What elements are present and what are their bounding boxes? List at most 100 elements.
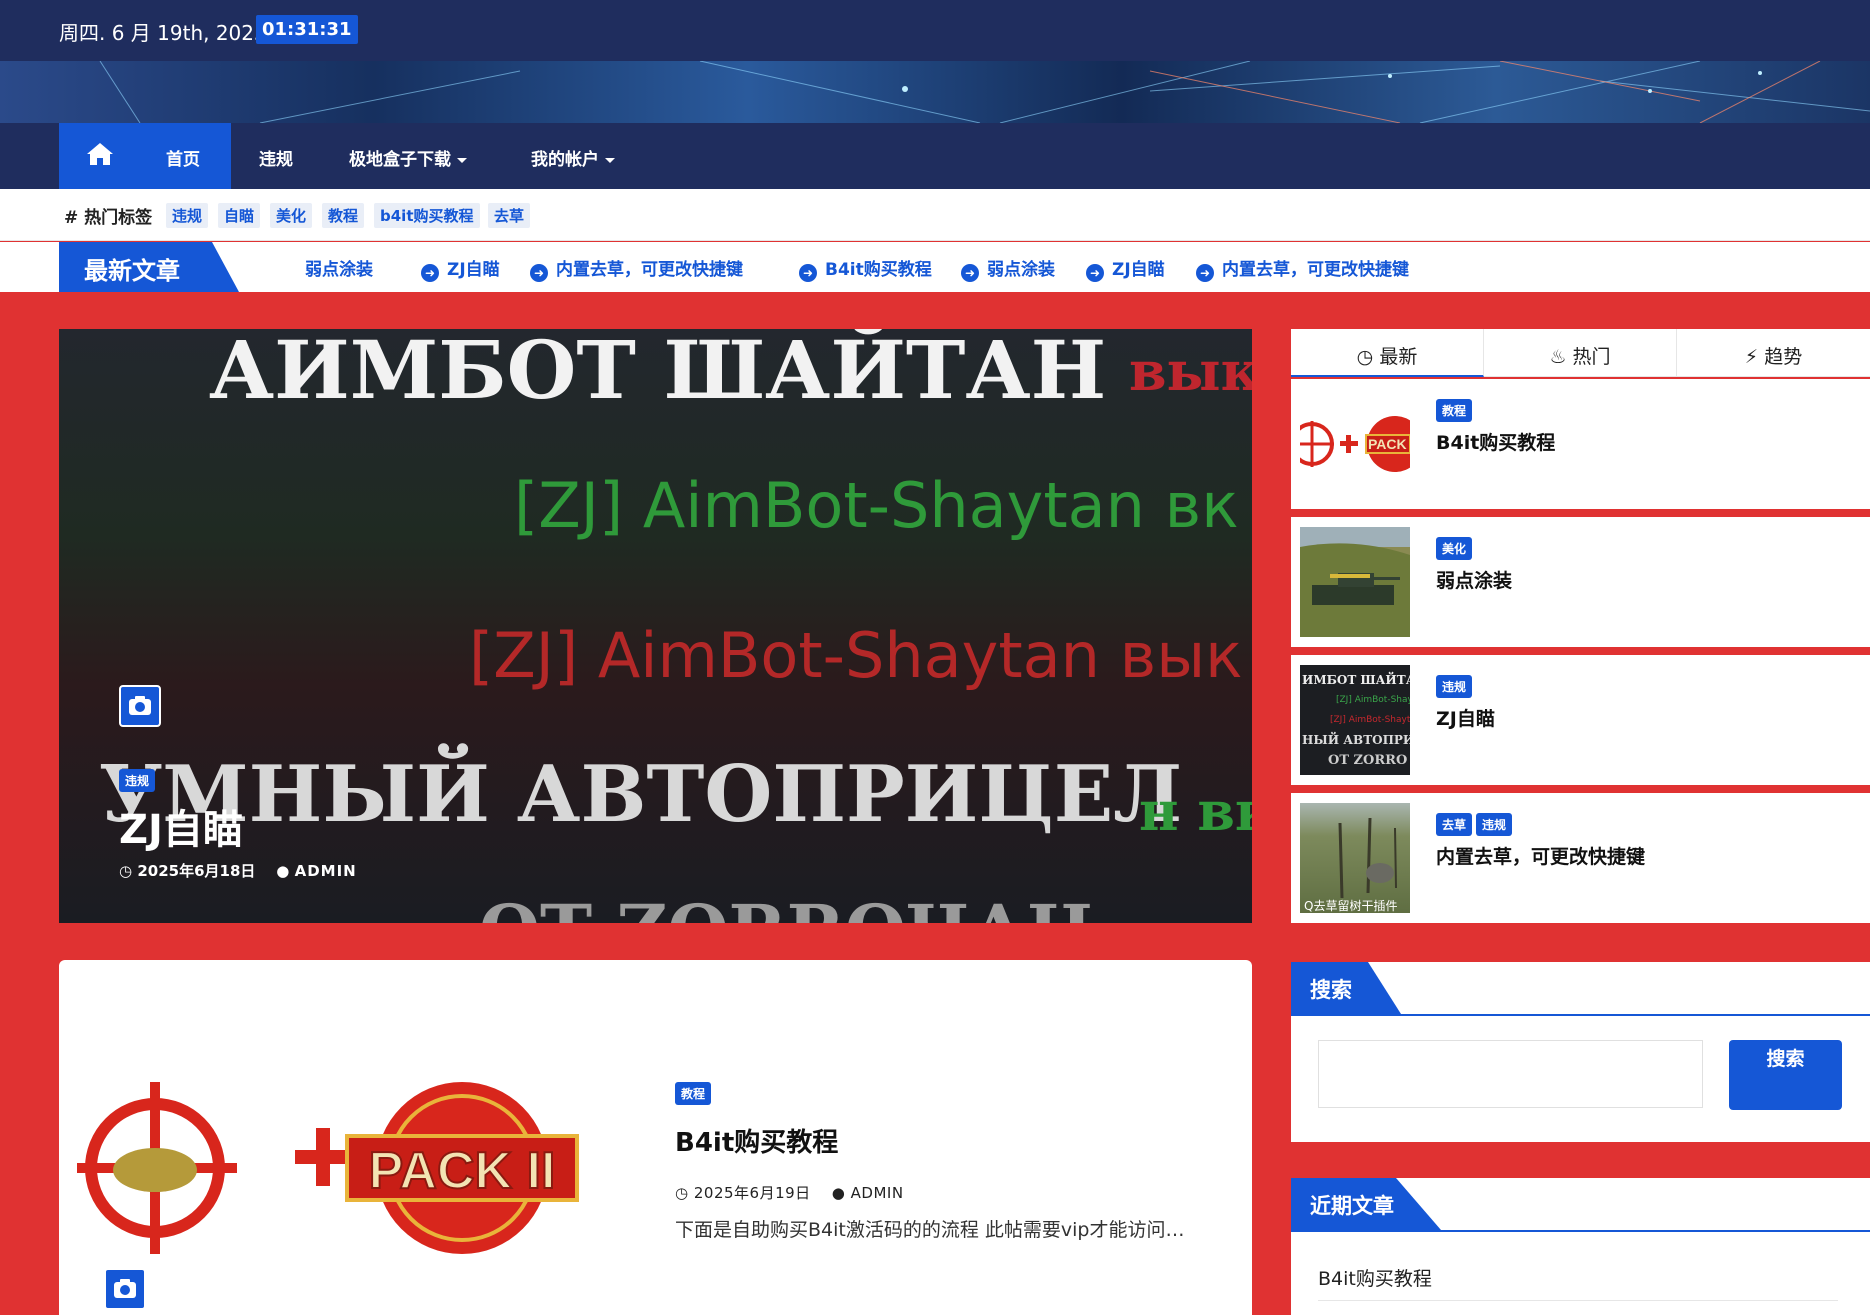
sidebar-thumb-text: PACK bbox=[1368, 436, 1407, 452]
category-badge[interactable]: 违规 bbox=[1436, 675, 1473, 698]
tag-link[interactable]: 违规 bbox=[166, 203, 209, 228]
nav-item-download[interactable]: 极地盒子下载 bbox=[349, 145, 467, 170]
tab-trending[interactable]: ⚡ 趋势 bbox=[1677, 329, 1870, 377]
post-thumbnail[interactable]: PACK II bbox=[77, 1078, 627, 1258]
thumb-caption: Q去草留树干插件 bbox=[1304, 899, 1398, 913]
tab-label: 趋势 bbox=[1764, 346, 1803, 368]
thumb-text: [ZJ] AimBot-Shay bbox=[1336, 695, 1410, 705]
nav-home[interactable]: 首页 bbox=[59, 123, 231, 189]
post-thumbnail-text: PACK II bbox=[369, 1142, 556, 1200]
recent-post-link[interactable]: B4it购买教程 bbox=[1318, 1264, 1432, 1291]
sidebar-post-thumb: Q去草留树干插件 bbox=[1300, 803, 1410, 913]
thumb-text: НЫЙ АВТОПРИЦЕ bbox=[1302, 733, 1410, 747]
recent-posts-widget: 近期文章 B4it购买教程 bbox=[1291, 1178, 1870, 1315]
sidebar-post-thumb bbox=[1300, 527, 1410, 637]
sidebar-post-thumb: ИМБОТ ШАЙТА [ZJ] AimBot-Shay [ZJ] AimBot… bbox=[1300, 665, 1410, 775]
category-badges: 教程 bbox=[1436, 399, 1476, 422]
ticker-item[interactable]: 弱点涂装 bbox=[305, 255, 373, 280]
post-excerpt: 下面是自助购买B4it激活码的的流程 此帖需要vip才能访问… bbox=[675, 1219, 1185, 1241]
search-button[interactable]: 搜索 bbox=[1729, 1040, 1842, 1110]
tag-link[interactable]: 美化 bbox=[270, 203, 313, 228]
hot-tags-bar: # 热门标签 违规 自瞄 美化 教程 b4it购买教程 去草 bbox=[0, 189, 1870, 241]
sidebar-post-item[interactable]: 美化 弱点涂装 bbox=[1291, 517, 1870, 647]
nav-download-label: 极地盒子下载 bbox=[349, 150, 451, 170]
top-bar: 周四. 6 月 19th, 2025 01:31:31 bbox=[0, 0, 1870, 61]
sidebar-post-title[interactable]: B4it购买教程 bbox=[1436, 428, 1555, 455]
post-author[interactable]: ADMIN bbox=[851, 1184, 904, 1202]
arrow-right-icon: ➜ bbox=[421, 264, 439, 282]
hero-overlay-text: [ZJ] AimBot-Shaytan вк bbox=[514, 469, 1239, 542]
post-meta: ◷ 2025年6月19日 ● ADMIN bbox=[675, 1182, 904, 1203]
tag-link[interactable]: b4it购买教程 bbox=[374, 203, 480, 228]
nav-account-label: 我的帐户 bbox=[531, 150, 599, 170]
arrow-right-icon: ➜ bbox=[961, 264, 979, 282]
nav-item-violation[interactable]: 违规 bbox=[259, 145, 293, 170]
hero-overlay-text: ОТ ZORROЧАН bbox=[479, 889, 1093, 923]
sidebar-post-item[interactable]: ИМБОТ ШАЙТА [ZJ] AimBot-Shay [ZJ] AimBot… bbox=[1291, 655, 1870, 785]
bolt-icon: ⚡ bbox=[1744, 346, 1759, 368]
camera-icon bbox=[104, 1268, 146, 1310]
main-nav: 首页 违规 极地盒子下载 我的帐户 bbox=[0, 123, 1870, 189]
featured-title[interactable]: ZJ自瞄 bbox=[119, 797, 243, 855]
category-badge[interactable]: 美化 bbox=[1436, 537, 1473, 560]
featured-post[interactable]: АИМБОТ ШАЙТАН вык [ZJ] AimBot-Shaytan вк… bbox=[59, 329, 1252, 923]
post-author[interactable]: ADMIN bbox=[295, 862, 357, 880]
tag-link[interactable]: 自瞄 bbox=[218, 203, 261, 228]
category-badge[interactable]: 去草 bbox=[1436, 813, 1473, 836]
nav-item-account[interactable]: 我的帐户 bbox=[531, 145, 615, 170]
hero-overlay-text: УМНЫЙ АВТОПРИЦЕЛ bbox=[99, 749, 1183, 840]
fire-icon: ♨ bbox=[1549, 346, 1567, 368]
sidebar-post-item[interactable]: Q去草留树干插件 去草 违规 内置去草，可更改快捷键 bbox=[1291, 793, 1870, 923]
current-time: 01:31:31 bbox=[256, 15, 358, 44]
header-banner bbox=[0, 61, 1870, 123]
ticker-item-label: 弱点涂装 bbox=[987, 260, 1055, 280]
category-badge[interactable]: 教程 bbox=[675, 1082, 712, 1105]
search-widget: 搜索 搜索 bbox=[1291, 962, 1870, 1142]
ticker-item[interactable]: ➜ ZJ自瞄 bbox=[1086, 255, 1165, 282]
sidebar-post-item[interactable]: PACK 教程 B4it购买教程 bbox=[1291, 379, 1870, 509]
category-badge[interactable]: 违规 bbox=[119, 769, 156, 792]
chevron-down-icon bbox=[457, 157, 467, 163]
hot-tags-title: # 热门标签 bbox=[64, 203, 152, 228]
chevron-down-icon bbox=[605, 157, 615, 163]
arrow-right-icon: ➜ bbox=[799, 264, 817, 282]
category-badge[interactable]: 违规 bbox=[1476, 813, 1513, 836]
category-badge[interactable]: 教程 bbox=[1436, 399, 1473, 422]
ticker-item-label: 内置去草，可更改快捷键 bbox=[1222, 260, 1409, 280]
widget-header: 搜索 bbox=[1291, 962, 1870, 1016]
widget-title: 搜索 bbox=[1291, 962, 1401, 1014]
tag-link[interactable]: 教程 bbox=[322, 203, 365, 228]
ticker-item[interactable]: ➜ 内置去草，可更改快捷键 bbox=[1196, 255, 1409, 282]
hero-overlay-text: вык bbox=[1129, 339, 1252, 403]
ticker-item[interactable]: ➜ 弱点涂装 bbox=[961, 255, 1055, 282]
sidebar-post-title[interactable]: 内置去草，可更改快捷键 bbox=[1436, 842, 1645, 869]
sidebar-post-title[interactable]: 弱点涂装 bbox=[1436, 566, 1512, 593]
current-date: 周四. 6 月 19th, 2025 bbox=[59, 21, 267, 45]
clock-icon: ◷ bbox=[1356, 346, 1374, 368]
ticker-label: 最新文章 bbox=[59, 242, 239, 292]
thumb-text: ИМБОТ ШАЙТА bbox=[1302, 673, 1410, 687]
post-meta: ◷ 2025年6月18日 ● ADMIN bbox=[119, 860, 357, 881]
tab-label: 热门 bbox=[1572, 346, 1611, 368]
banner-graphic bbox=[99, 61, 1870, 123]
post-card: PACK II 教程 B4it购买教程 ◷ 2025年6月19日 ● ADMIN… bbox=[59, 960, 1252, 1315]
category-badges: 教程 bbox=[675, 1082, 715, 1105]
ticker-item[interactable]: ➜ ZJ自瞄 bbox=[421, 255, 500, 282]
post-title[interactable]: B4it购买教程 bbox=[675, 1122, 838, 1159]
sidebar-tabs: ◷ 最新 ♨ 热门 ⚡ 趋势 bbox=[1291, 329, 1870, 377]
category-badges: 美化 bbox=[1436, 537, 1476, 560]
tag-link[interactable]: 去草 bbox=[488, 203, 531, 228]
ticker-item[interactable]: ➜ B4it购买教程 bbox=[799, 255, 932, 282]
post-date[interactable]: 2025年6月18日 bbox=[137, 862, 255, 880]
post-date[interactable]: 2025年6月19日 bbox=[694, 1184, 811, 1202]
tab-popular[interactable]: ♨ 热门 bbox=[1484, 329, 1677, 377]
arrow-right-icon: ➜ bbox=[1196, 264, 1214, 282]
sidebar-post-title[interactable]: ZJ自瞄 bbox=[1436, 704, 1495, 731]
user-icon: ● bbox=[276, 862, 290, 880]
search-input[interactable] bbox=[1318, 1040, 1703, 1108]
widget-title: 近期文章 bbox=[1291, 1178, 1441, 1230]
tab-latest[interactable]: ◷ 最新 bbox=[1291, 329, 1484, 377]
hero-overlay-text: [ZJ] AimBot-Shaytan вык bbox=[469, 619, 1243, 692]
hero-overlay-text: н вк bbox=[1139, 779, 1252, 843]
ticker-item[interactable]: ➜ 内置去草，可更改快捷键 bbox=[530, 255, 743, 282]
